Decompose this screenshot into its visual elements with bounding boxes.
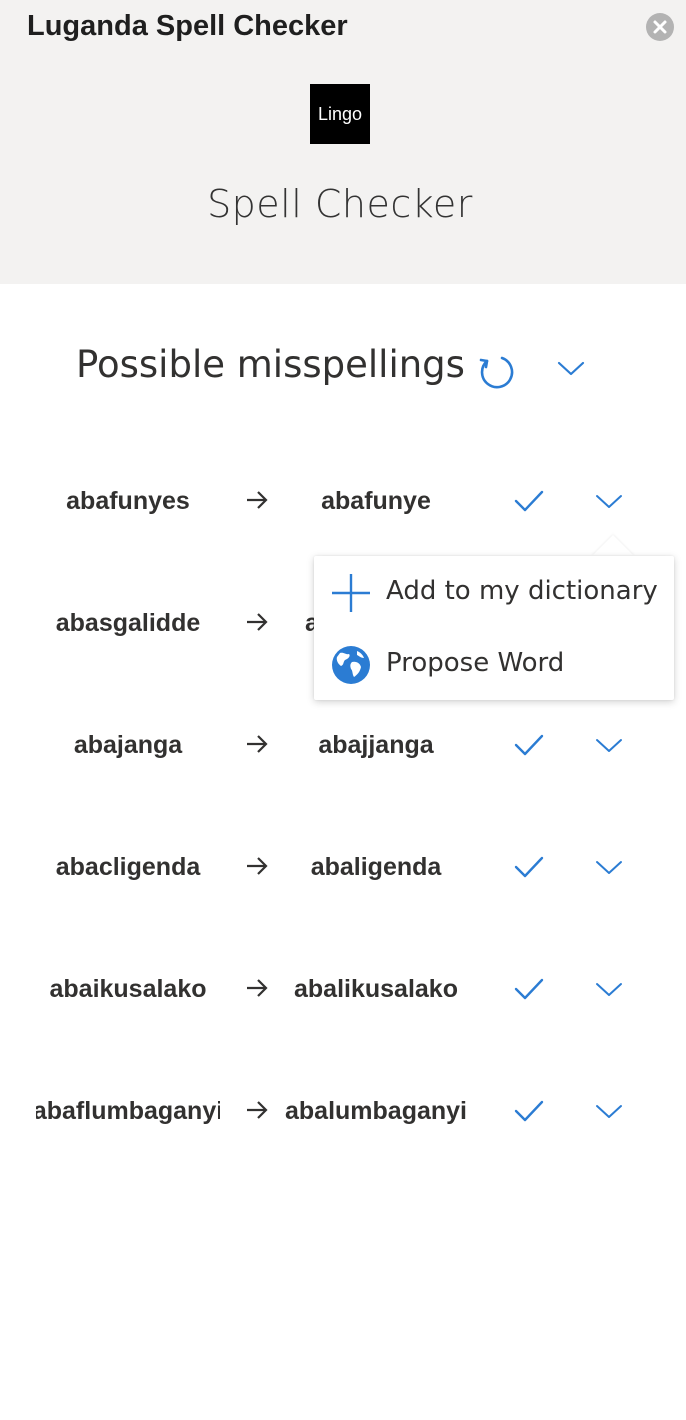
plus-icon (332, 574, 370, 612)
misspelled-word: abasgalidde (55, 608, 201, 637)
accept-check-icon[interactable] (514, 855, 544, 879)
misspelled-word: abacligenda (55, 852, 201, 881)
suggestion-row: abaflumbaganyi abalumbaganyi (0, 1081, 686, 1141)
menu-item-label: Add to my dictionary (386, 576, 658, 606)
suggestion-row: abacligenda abaligenda (0, 837, 686, 897)
more-options-chevron-icon[interactable] (595, 738, 623, 754)
app-title: Luganda Spell Checker (27, 10, 348, 42)
header: Luganda Spell Checker Lingo Spell Checke… (0, 0, 686, 284)
arrow-right-icon (247, 735, 268, 753)
close-icon (653, 20, 667, 34)
suggestion-row: abajanga abajjanga (0, 715, 686, 775)
menu-item-propose-word[interactable]: Propose Word (314, 634, 674, 694)
misspelled-word: abafunyes (66, 486, 190, 515)
suggestion-row: abaikusalako abalikusalako (0, 959, 686, 1019)
logo: Lingo (310, 84, 370, 144)
arrow-right-icon (247, 979, 268, 997)
section-title: Possible misspellings (76, 343, 465, 386)
accept-check-icon[interactable] (514, 733, 544, 757)
spell-checker-pane: Luganda Spell Checker Lingo Spell Checke… (0, 0, 686, 1420)
word-options-menu: Add to my dictionary Propose Word (314, 556, 674, 700)
accept-check-icon[interactable] (514, 977, 544, 1001)
suggested-word[interactable]: abaligenda (311, 853, 442, 882)
misspelled-word: abaikusalako (49, 974, 207, 1003)
accept-check-icon[interactable] (514, 1099, 544, 1123)
refresh-icon[interactable] (478, 353, 514, 391)
arrow-right-icon (247, 857, 268, 875)
more-options-chevron-icon[interactable] (595, 494, 623, 510)
arrow-right-icon (247, 1101, 268, 1119)
collapse-section-chevron-icon[interactable] (556, 360, 586, 378)
more-options-chevron-icon[interactable] (595, 1104, 623, 1120)
suggested-word[interactable]: abalumbaganyi (285, 1097, 467, 1126)
suggestion-row: abafunyes abafunye (0, 471, 686, 531)
suggested-word[interactable]: abajjanga (318, 731, 433, 760)
misspelled-word: abajanga (73, 730, 183, 759)
close-button[interactable] (646, 13, 674, 41)
suggested-word[interactable]: abalikusalako (294, 975, 458, 1004)
menu-item-label: Propose Word (386, 648, 565, 678)
more-options-chevron-icon[interactable] (595, 860, 623, 876)
page-title: Spell Checker (207, 182, 473, 226)
menu-item-add-to-dictionary[interactable]: Add to my dictionary (314, 562, 674, 622)
misspelled-word: abaflumbaganyi (36, 1096, 220, 1125)
suggested-word[interactable]: abafunye (321, 487, 431, 516)
more-options-chevron-icon[interactable] (595, 982, 623, 998)
popup-caret (592, 535, 634, 556)
globe-icon (332, 646, 370, 684)
accept-check-icon[interactable] (514, 489, 544, 513)
arrow-right-icon (247, 613, 268, 631)
arrow-right-icon (247, 491, 268, 509)
